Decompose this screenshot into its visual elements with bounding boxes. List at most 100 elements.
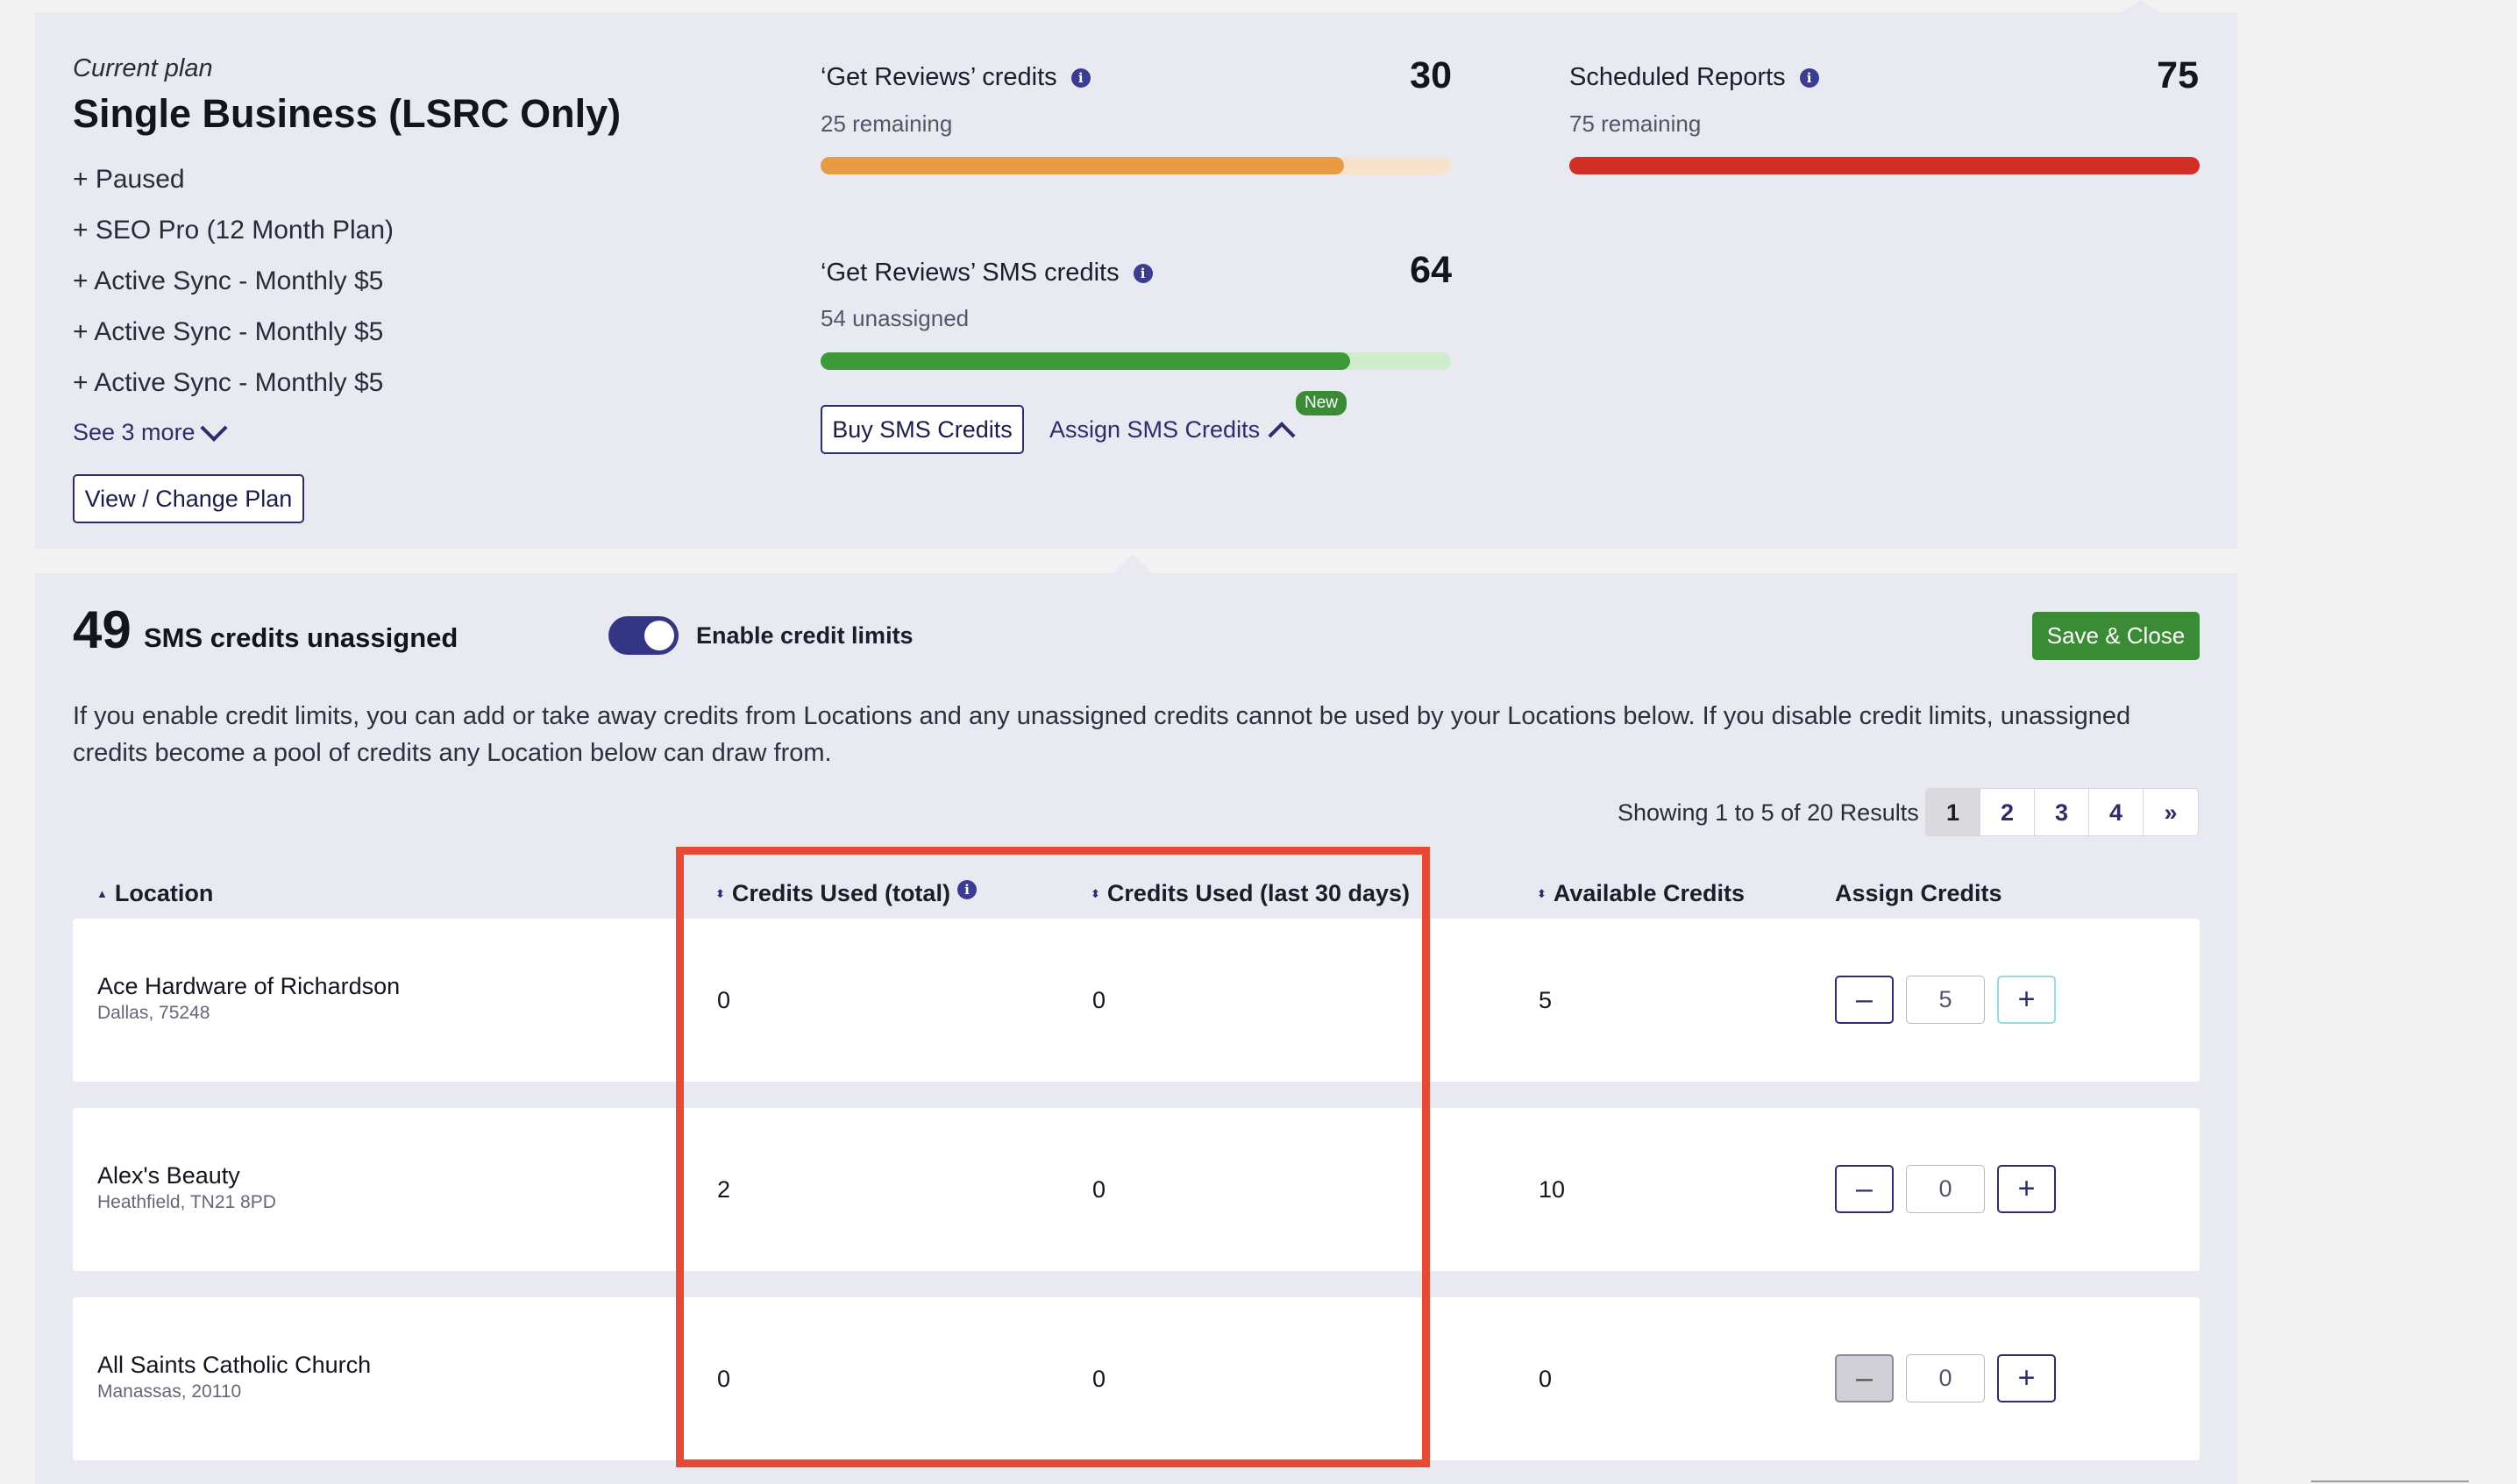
assign-credits-input[interactable]: 0 bbox=[1906, 1165, 1985, 1213]
info-icon[interactable]: i bbox=[1070, 67, 1091, 88]
increment-button[interactable]: + bbox=[1997, 1165, 2056, 1213]
location-address: Heathfield, TN21 8PD bbox=[97, 1192, 276, 1212]
plan-addon: + Active Sync - Monthly $5 bbox=[73, 266, 384, 295]
info-icon[interactable]: i bbox=[956, 879, 977, 899]
plus-icon: + bbox=[2017, 1361, 2036, 1395]
unassigned-label: SMS credits unassigned bbox=[144, 622, 459, 653]
location-name: Alex's Beauty bbox=[97, 1162, 240, 1189]
increment-button[interactable]: + bbox=[1997, 1354, 2056, 1402]
location-column-header[interactable]: ▲ Location bbox=[96, 880, 213, 907]
decrement-button[interactable]: – bbox=[1835, 976, 1894, 1024]
used-30-column-header[interactable]: ⬍ Credits Used (last 30 days) bbox=[1091, 880, 1410, 907]
reviews-credits-progress bbox=[821, 157, 1451, 174]
assign-credits-input[interactable]: 0 bbox=[1906, 1354, 1985, 1402]
table-row: Alex's Beauty Heathfield, TN21 8PD 2 0 1… bbox=[73, 1108, 2200, 1271]
minus-icon: – bbox=[1856, 983, 1873, 1016]
scheduled-reports-title: Scheduled Reports i bbox=[1569, 63, 1819, 92]
assign-credits-input[interactable]: 5 bbox=[1906, 976, 1985, 1024]
panel-pointer bbox=[2122, 0, 2160, 12]
scheduled-reports-label: Scheduled Reports bbox=[1569, 63, 1786, 91]
info-icon[interactable]: i bbox=[1799, 67, 1819, 88]
available-credits: 10 bbox=[1539, 1176, 1566, 1203]
buy-sms-credits-button[interactable]: Buy SMS Credits bbox=[821, 405, 1024, 454]
available-credits: 0 bbox=[1539, 1366, 1553, 1392]
location-address: Dallas, 75248 bbox=[97, 1003, 210, 1023]
location-address: Manassas, 20110 bbox=[97, 1381, 242, 1402]
credits-used-30-days: 0 bbox=[1092, 1176, 1106, 1203]
sms-credits-progress-fill bbox=[821, 352, 1350, 370]
table-row: Ace Hardware of Richardson Dallas, 75248… bbox=[73, 919, 2200, 1082]
credit-limits-description: If you enable credit limits, you can add… bbox=[73, 702, 2131, 767]
credits-used-total: 2 bbox=[717, 1176, 731, 1203]
assign-header-label: Assign Credits bbox=[1835, 880, 2002, 906]
reviews-credits-remaining: 25 remaining bbox=[821, 110, 953, 137]
scheduled-reports-remaining: 75 remaining bbox=[1569, 110, 1702, 137]
credits-used-total: 0 bbox=[717, 987, 731, 1013]
page-2-button[interactable]: 2 bbox=[1980, 789, 2035, 835]
sms-credits-total: 64 bbox=[1410, 249, 1452, 291]
available-column-header[interactable]: ⬍ Available Credits bbox=[1537, 880, 1745, 907]
credit-limits-label: Enable credit limits bbox=[696, 622, 914, 649]
assign-sms-credits-label: Assign SMS Credits bbox=[1049, 416, 1261, 443]
used-30-header-label: Credits Used (last 30 days) bbox=[1106, 880, 1411, 906]
scheduled-reports-total: 75 bbox=[2157, 54, 2199, 96]
credits-used-30-days: 0 bbox=[1092, 987, 1106, 1013]
current-plan-label: Current plan bbox=[73, 54, 213, 82]
minus-icon: – bbox=[1856, 1172, 1873, 1205]
pagination: 1 2 3 4 » bbox=[1925, 788, 2199, 836]
save-close-button[interactable]: Save & Close bbox=[2032, 612, 2200, 660]
page-1-button[interactable]: 1 bbox=[1926, 789, 1980, 835]
location-name: Ace Hardware of Richardson bbox=[97, 973, 401, 999]
page-3-button[interactable]: 3 bbox=[2035, 789, 2089, 835]
plan-addon: + Paused bbox=[73, 165, 185, 194]
location-header-label: Location bbox=[114, 880, 214, 906]
decrement-button[interactable]: – bbox=[1835, 1165, 1894, 1213]
assign-column-header: Assign Credits bbox=[1835, 880, 2002, 907]
new-badge: New bbox=[1296, 391, 1347, 415]
sort-icon: ⬍ bbox=[1091, 887, 1100, 900]
view-change-plan-button[interactable]: View / Change Plan bbox=[73, 474, 304, 523]
toggle-knob bbox=[644, 621, 674, 650]
plan-addon: + SEO Pro (12 Month Plan) bbox=[73, 216, 395, 245]
scheduled-reports-progress bbox=[1569, 157, 2200, 174]
page: Current plan Single Business (LSRC Only)… bbox=[0, 0, 2517, 1484]
table-row: All Saints Catholic Church Manassas, 201… bbox=[73, 1297, 2200, 1460]
reviews-credits-label: ‘Get Reviews’ credits bbox=[821, 63, 1057, 91]
next-pages-button[interactable]: » bbox=[2144, 789, 2198, 835]
sms-credits-label: ‘Get Reviews’ SMS credits bbox=[821, 259, 1120, 287]
divider bbox=[2311, 1480, 2469, 1482]
reviews-credits-progress-fill bbox=[821, 157, 1344, 174]
used-total-header-label: Credits Used (total) bbox=[731, 880, 950, 906]
credits-used-total: 0 bbox=[717, 1366, 731, 1392]
minus-icon: – bbox=[1856, 1361, 1873, 1395]
sms-credits-title: ‘Get Reviews’ SMS credits i bbox=[821, 259, 1153, 288]
available-credits: 5 bbox=[1539, 987, 1553, 1013]
sort-icon: ⬍ bbox=[1537, 887, 1546, 900]
plus-icon: + bbox=[2017, 1172, 2036, 1205]
unassigned-count: 49 bbox=[73, 600, 132, 659]
credits-used-30-days: 0 bbox=[1092, 1366, 1106, 1392]
decrement-button[interactable]: – bbox=[1835, 1354, 1894, 1402]
plan-addon: + Active Sync - Monthly $5 bbox=[73, 317, 384, 346]
used-total-column-header[interactable]: ⬍ Credits Used (total) i bbox=[715, 879, 977, 907]
location-name: All Saints Catholic Church bbox=[97, 1352, 372, 1378]
plus-icon: + bbox=[2017, 983, 2036, 1016]
page-4-button[interactable]: 4 bbox=[2089, 789, 2144, 835]
credit-limits-toggle[interactable] bbox=[608, 616, 679, 655]
sms-credits-unassigned: 54 unassigned bbox=[821, 305, 970, 331]
scheduled-reports-progress-fill bbox=[1569, 157, 2200, 174]
plan-addon: + Active Sync - Monthly $5 bbox=[73, 368, 384, 397]
sms-credits-progress bbox=[821, 352, 1451, 370]
plan-name: Single Business (LSRC Only) bbox=[73, 91, 622, 136]
increment-button[interactable]: + bbox=[1997, 976, 2056, 1024]
reviews-credits-total: 30 bbox=[1410, 54, 1452, 96]
see-more-label: See 3 more bbox=[73, 419, 196, 445]
assign-sms-credits-link[interactable]: Assign SMS Credits bbox=[1049, 416, 1296, 449]
panel-pointer bbox=[1113, 554, 1152, 573]
available-header-label: Available Credits bbox=[1553, 880, 1745, 906]
results-count: Showing 1 to 5 of 20 Results bbox=[1618, 799, 1919, 826]
sort-icon: ⬍ bbox=[715, 887, 725, 900]
reviews-credits-title: ‘Get Reviews’ credits i bbox=[821, 63, 1091, 92]
see-more-link[interactable]: See 3 more bbox=[73, 414, 228, 446]
info-icon[interactable]: i bbox=[1133, 263, 1153, 283]
